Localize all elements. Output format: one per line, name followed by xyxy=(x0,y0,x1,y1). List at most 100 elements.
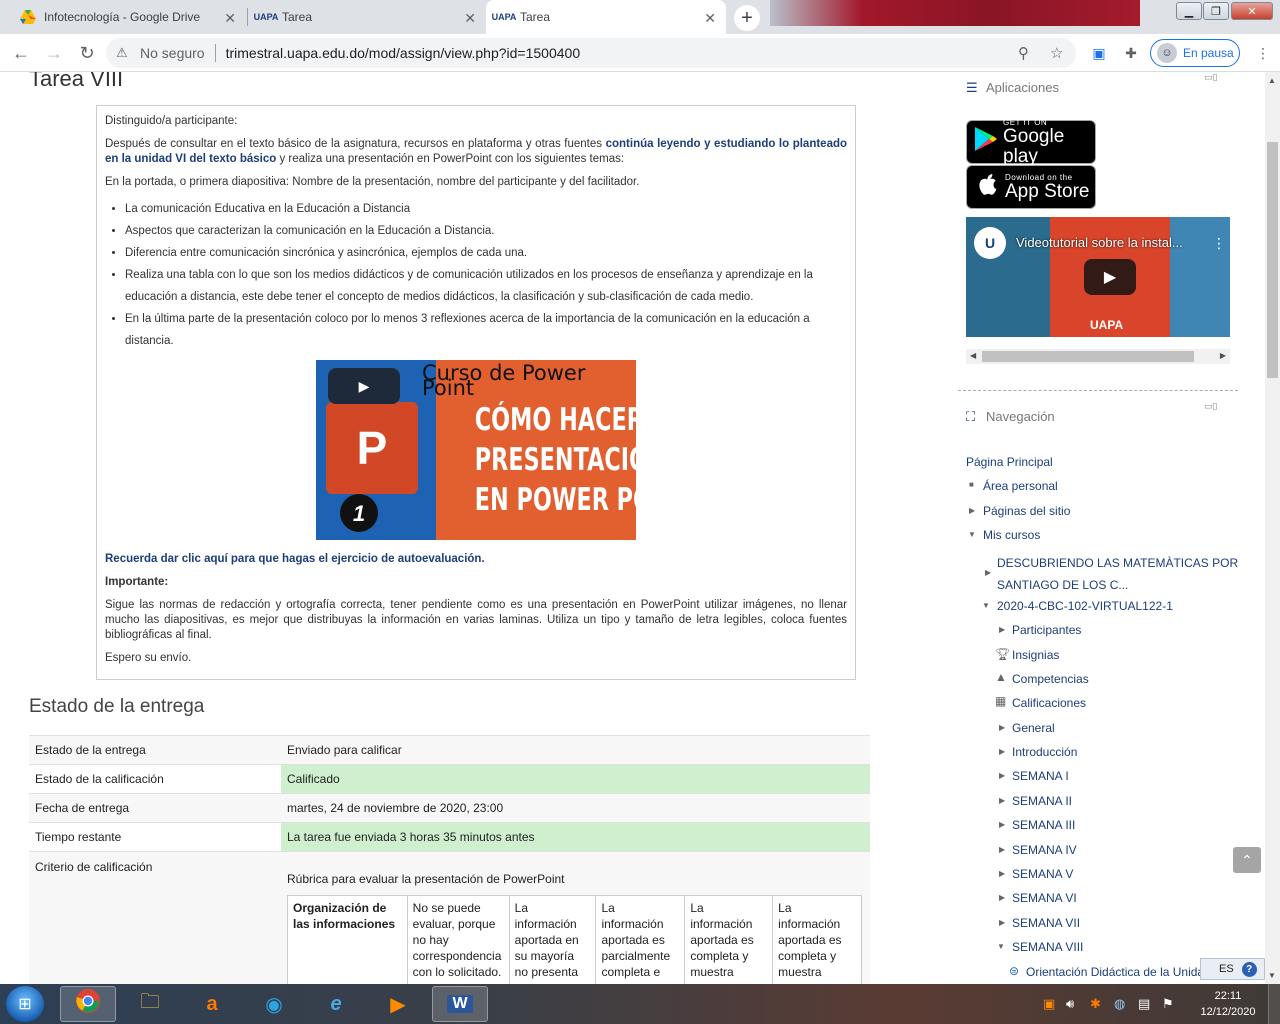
scroll-down-icon[interactable]: ▼ xyxy=(1268,971,1276,980)
display-icon[interactable]: ▤ xyxy=(1138,996,1150,1012)
tab-tarea-1[interactable]: UAPA Tarea ✕ xyxy=(248,0,486,34)
media-player-taskbar-button[interactable]: ▶ xyxy=(370,986,426,1022)
scroll-left-icon[interactable]: ◀ xyxy=(970,351,976,360)
chevron-right-icon[interactable]: ▶ xyxy=(999,893,1005,902)
back-button[interactable]: ← xyxy=(10,42,32,64)
nav-orientacion-didactica[interactable]: ⊜ Orientación Didáctica de la Unida xyxy=(1009,964,1204,979)
chevron-right-icon[interactable]: ▶ xyxy=(969,506,975,515)
nav-site-pages[interactable]: ▶ Páginas del sitio xyxy=(969,504,1070,518)
tab-close-icon[interactable]: ✕ xyxy=(704,10,716,27)
edge-taskbar-button[interactable]: ◉ xyxy=(246,986,302,1022)
maximize-button[interactable]: ❐ xyxy=(1203,2,1229,20)
puzzle-icon[interactable]: ✚ xyxy=(1122,44,1140,62)
chevron-down-icon[interactable]: ▼ xyxy=(982,601,990,610)
extension-icon[interactable]: ▣ xyxy=(1090,44,1108,62)
nav-semana-8[interactable]: ▼ SEMANA VIII xyxy=(997,940,1083,954)
chevron-right-icon[interactable]: ▶ xyxy=(999,771,1005,780)
system-clock[interactable]: 22:11 12/12/2020 xyxy=(1196,988,1260,1020)
nav-semana-4[interactable]: ▶ SEMANA IV xyxy=(999,843,1077,857)
scroll-up-icon[interactable]: ▲ xyxy=(1268,76,1276,85)
forward-button[interactable]: → xyxy=(43,42,65,64)
menu-icon[interactable]: ⋮ xyxy=(1254,44,1272,62)
block-collapse-icon[interactable]: ▭▯ xyxy=(1204,72,1217,83)
chevron-right-icon[interactable]: ▶ xyxy=(999,918,1005,927)
volume-icon[interactable]: 🔊︎ xyxy=(1066,996,1074,1012)
tray-app-icon[interactable]: ▣ xyxy=(1043,996,1055,1012)
help-icon[interactable]: ? xyxy=(1241,961,1257,977)
video-tutorial-embed[interactable]: U Videotutorial sobre la instal... ⋮ ▶ U… xyxy=(966,217,1230,337)
chevron-right-icon[interactable]: ▶ xyxy=(999,723,1005,732)
nav-personal-area[interactable]: ■ Área personal xyxy=(969,479,1058,493)
nav-semana-7[interactable]: ▶ SEMANA VII xyxy=(999,916,1080,930)
nav-semana-5[interactable]: ▶ SEMANA V xyxy=(999,867,1073,881)
chevron-right-icon[interactable]: ▶ xyxy=(999,869,1005,878)
tab-close-icon[interactable]: ✕ xyxy=(224,10,236,27)
nav-participantes[interactable]: ▶ Participantes xyxy=(999,623,1081,637)
language-bar[interactable]: ES ? xyxy=(1200,958,1265,980)
minimize-button[interactable]: ▁ xyxy=(1176,2,1202,20)
intro-link-text[interactable]: del texto básico xyxy=(189,153,276,165)
explorer-taskbar-button[interactable]: 🗀 xyxy=(122,986,178,1022)
nav-semana-6[interactable]: ▶ SEMANA VI xyxy=(999,891,1077,905)
search-icon[interactable]: ⚲ xyxy=(1018,44,1029,62)
url-text[interactable]: trimestral.uapa.edu.do/mod/assign/view.p… xyxy=(226,45,581,61)
tab-close-icon[interactable]: ✕ xyxy=(464,10,476,27)
chevron-right-icon[interactable]: ▶ xyxy=(985,562,991,584)
reload-button[interactable]: ↻ xyxy=(76,42,98,64)
nav-course-matematicas[interactable]: ▶ DESCUBRIENDO LAS MATEMÀTICAS POR SANTI… xyxy=(985,552,1238,596)
horizontal-scrollbar[interactable]: ◀ ▶ xyxy=(966,349,1230,364)
chevron-down-icon[interactable]: ▼ xyxy=(997,942,1005,951)
nav-introduccion[interactable]: ▶ Introducción xyxy=(999,745,1077,759)
chevron-right-icon[interactable]: ▶ xyxy=(999,820,1005,829)
scrollbar-thumb[interactable] xyxy=(982,351,1194,362)
chevron-right-icon[interactable]: ▶ xyxy=(999,845,1005,854)
show-desktop-button[interactable] xyxy=(1268,984,1280,1024)
scroll-right-icon[interactable]: ▶ xyxy=(1220,351,1226,360)
nav-semana-3[interactable]: ▶ SEMANA III xyxy=(999,818,1075,832)
network-icon[interactable]: ◍ xyxy=(1114,996,1125,1012)
nav-competencias[interactable]: ▲ Competencias xyxy=(995,670,1089,686)
nav-course-cbc-102[interactable]: ▼ 2020-4-CBC-102-VIRTUAL122-1 xyxy=(982,599,1173,613)
play-icon[interactable]: ▶ xyxy=(1084,259,1136,295)
google-play-badge[interactable]: GET IT ON Google play xyxy=(966,118,1096,166)
nav-semana-2[interactable]: ▶ SEMANA II xyxy=(999,794,1072,808)
nav-my-courses[interactable]: ▼ Mis cursos xyxy=(968,528,1040,542)
new-tab-button[interactable]: + xyxy=(734,5,760,31)
chrome-taskbar-button[interactable] xyxy=(60,986,116,1022)
action-center-flag-icon[interactable]: ⚑ xyxy=(1162,996,1174,1012)
channel-logo[interactable]: U xyxy=(974,227,1006,259)
nav-home[interactable]: Página Principal xyxy=(966,455,1053,469)
back-to-top-button[interactable]: ⌃ xyxy=(1233,847,1261,873)
word-taskbar-button[interactable]: W xyxy=(432,986,488,1022)
chevron-right-icon[interactable]: ▶ xyxy=(999,747,1005,756)
avast-tray-icon[interactable]: ✱ xyxy=(1090,996,1101,1012)
video-thumbnail[interactable]: P 1 ▶ Curso de Power Point CÓMO HACER UN… xyxy=(316,360,636,540)
bookmark-star-icon[interactable]: ☆ xyxy=(1050,44,1063,62)
tab-tarea-active[interactable]: UAPA Tarea ✕ xyxy=(486,0,726,34)
scrollbar-thumb[interactable] xyxy=(1267,142,1278,378)
more-options-icon[interactable]: ⋮ xyxy=(1212,235,1226,252)
close-window-button[interactable]: ✕ xyxy=(1231,2,1273,20)
warning-icon[interactable]: ⚠ xyxy=(116,45,132,61)
chevron-right-icon[interactable]: ▶ xyxy=(999,625,1005,634)
start-button[interactable]: ⊞ xyxy=(6,986,44,1022)
vertical-scrollbar[interactable]: ▲ ▼ xyxy=(1265,72,1280,984)
chevron-down-icon[interactable]: ▼ xyxy=(968,530,976,539)
nav-general[interactable]: ▶ General xyxy=(999,721,1055,735)
ie-taskbar-button[interactable]: e xyxy=(308,986,364,1022)
security-label[interactable]: No seguro xyxy=(140,45,205,61)
tab-google-drive[interactable]: Infotecnología - Google Drive ✕ xyxy=(10,0,246,34)
language-code[interactable]: ES xyxy=(1219,963,1234,975)
nav-insignias[interactable]: 🏆︎ Insignias xyxy=(995,647,1059,662)
selfeval-link[interactable]: Recuerda dar clic aquí para que hagas el… xyxy=(105,552,847,567)
play-icon[interactable]: ▶ xyxy=(328,368,400,404)
chevron-right-icon[interactable]: ▶ xyxy=(999,796,1005,805)
video-title[interactable]: Videotutorial sobre la instal... xyxy=(1016,235,1183,250)
avast-taskbar-button[interactable]: a xyxy=(184,986,240,1022)
profile-button[interactable]: ☺ En pausa xyxy=(1150,39,1240,67)
address-bar[interactable]: ⚠ No seguro trimestral.uapa.edu.do/mod/a… xyxy=(106,38,1076,68)
nav-calificaciones[interactable]: ▦ Calificaciones xyxy=(995,694,1086,710)
nav-semana-1[interactable]: ▶ SEMANA I xyxy=(999,769,1069,783)
block-collapse-icon[interactable]: ▭▯ xyxy=(1204,401,1217,412)
app-store-badge[interactable]: Download on the App Store xyxy=(966,165,1096,209)
